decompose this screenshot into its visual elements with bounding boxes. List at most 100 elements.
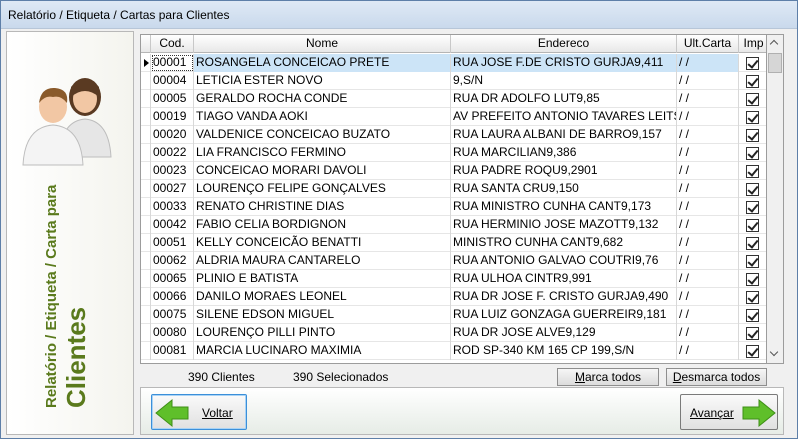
cell-nome[interactable]: DANILO MORAES LEONEL — [194, 288, 451, 306]
table-row[interactable]: 00080 LOURENÇO PILLI PINTO RUA DR JOSE ALV… — [141, 324, 766, 342]
cell-nome[interactable]: LOURENÇO PILLI PINTO — [194, 324, 451, 342]
cell-nome[interactable]: RENATO CHRISTINE DIAS — [194, 198, 451, 216]
imp-checkbox[interactable] — [746, 255, 759, 268]
cell-endereco[interactable]: MINISTRO CUNHA CANT9,682 — [451, 234, 677, 252]
table-row[interactable]: 00023 CONCEICAO MORARI DAVOLI RUA PADRE RO… — [141, 162, 766, 180]
column-header-nome[interactable]: Nome — [194, 35, 451, 53]
table-row[interactable]: 00004 LETICIA ESTER NOVO 9,S/N / / — [141, 72, 766, 90]
cell-nome[interactable]: ALDRIA MAURA CANTARELO — [194, 252, 451, 270]
imp-checkbox[interactable] — [746, 183, 759, 196]
table-row[interactable]: 00051 KELLY CONCEICÃO BENATTI MINISTRO CUN… — [141, 234, 766, 252]
column-header-ult-carta[interactable]: Ult.Carta — [677, 35, 739, 53]
imp-checkbox[interactable] — [746, 345, 759, 358]
table-row[interactable]: 00005 GERALDO ROCHA CONDE RUA DR ADOLFO LU… — [141, 90, 766, 108]
cell-cod[interactable]: 00019 — [151, 108, 194, 126]
table-row[interactable]: 00033 RENATO CHRISTINE DIAS RUA MINISTRO C… — [141, 198, 766, 216]
table-row[interactable]: 00081 MARCIA LUCINARO MAXIMIA ROD SP-340 K… — [141, 342, 766, 360]
cell-ult[interactable]: / / — [677, 288, 739, 306]
imp-checkbox[interactable] — [746, 237, 759, 250]
table-row[interactable]: 00065 PLINIO E BATISTA RUA ULHOA CINTR9,99… — [141, 270, 766, 288]
clients-grid[interactable]: Cod. Nome Endereco Ult.Carta Imp 00001 RO… — [140, 34, 767, 364]
imp-checkbox[interactable] — [746, 327, 759, 340]
cell-endereco[interactable]: ROD SP-340 KM 165 CP 199,S/N — [451, 342, 677, 360]
table-row[interactable]: 00027 LOURENÇO FELIPE GONÇALVES RUA SANTA … — [141, 180, 766, 198]
cell-nome[interactable]: ROSANGELA CONCEICAO PRETE — [194, 54, 451, 72]
table-row[interactable]: 00062 ALDRIA MAURA CANTARELO RUA ANTONIO G… — [141, 252, 766, 270]
cell-ult[interactable]: / / — [677, 252, 739, 270]
imp-checkbox[interactable] — [746, 75, 759, 88]
cell-endereco[interactable]: RUA DR JOSE F. CRISTO GURJA9,490 — [451, 288, 677, 306]
imp-checkbox[interactable] — [746, 201, 759, 214]
imp-checkbox[interactable] — [746, 147, 759, 160]
cell-nome[interactable]: MARCIA LUCINARO MAXIMIA — [194, 342, 451, 360]
cell-ult[interactable]: / / — [677, 306, 739, 324]
table-row[interactable]: 00019 TIAGO VANDA AOKI AV PREFEITO ANTONIO… — [141, 108, 766, 126]
cell-nome[interactable]: FABIO CELIA BORDIGNON — [194, 216, 451, 234]
imp-checkbox[interactable] — [746, 219, 759, 232]
imp-checkbox[interactable] — [746, 57, 759, 70]
cell-nome[interactable]: KELLY CONCEICÃO BENATTI — [194, 234, 451, 252]
cell-cod[interactable]: 00075 — [151, 306, 194, 324]
cell-ult[interactable]: / / — [677, 54, 739, 72]
imp-checkbox[interactable] — [746, 273, 759, 286]
cell-cod[interactable]: 00066 — [151, 288, 194, 306]
cell-endereco[interactable]: RUA PADRE ROQU9,2901 — [451, 162, 677, 180]
imp-checkbox[interactable] — [746, 93, 759, 106]
imp-checkbox[interactable] — [746, 291, 759, 304]
cell-cod[interactable]: 00033 — [151, 198, 194, 216]
cell-ult[interactable]: / / — [677, 144, 739, 162]
cell-cod[interactable]: 00005 — [151, 90, 194, 108]
voltar-button[interactable]: Voltar — [151, 394, 247, 430]
cell-nome[interactable]: LETICIA ESTER NOVO — [194, 72, 451, 90]
table-row[interactable]: 00042 FABIO CELIA BORDIGNON RUA HERMINIO J… — [141, 216, 766, 234]
cell-ult[interactable]: / / — [677, 324, 739, 342]
cell-endereco[interactable]: RUA HERMINIO JOSE MAZOTT9,132 — [451, 216, 677, 234]
cell-nome[interactable]: GERALDO ROCHA CONDE — [194, 90, 451, 108]
cell-cod[interactable]: 00004 — [151, 72, 194, 90]
imp-checkbox[interactable] — [746, 111, 759, 124]
cell-ult[interactable]: / / — [677, 216, 739, 234]
cell-ult[interactable]: / / — [677, 162, 739, 180]
imp-checkbox[interactable] — [746, 129, 759, 142]
cell-ult[interactable]: / / — [677, 108, 739, 126]
imp-checkbox[interactable] — [746, 309, 759, 322]
cell-cod[interactable]: 00020 — [151, 126, 194, 144]
table-row[interactable]: 00075 SILENE EDSON MIGUEL RUA LUIZ GONZAGA… — [141, 306, 766, 324]
cell-ult[interactable]: / / — [677, 342, 739, 360]
cell-nome[interactable]: LOURENÇO FELIPE GONÇALVES — [194, 180, 451, 198]
cell-endereco[interactable]: RUA ANTONIO GALVAO COUTRI9,76 — [451, 252, 677, 270]
cell-ult[interactable]: / / — [677, 234, 739, 252]
cell-cod[interactable]: 00042 — [151, 216, 194, 234]
cell-nome[interactable]: VALDENICE CONCEICAO BUZATO — [194, 126, 451, 144]
cell-ult[interactable]: / / — [677, 72, 739, 90]
cell-endereco[interactable]: RUA MINISTRO CUNHA CANT9,173 — [451, 198, 677, 216]
vertical-scrollbar[interactable] — [767, 34, 784, 364]
table-row[interactable]: 00066 DANILO MORAES LEONEL RUA DR JOSE F. … — [141, 288, 766, 306]
cell-ult[interactable]: / / — [677, 180, 739, 198]
cell-cod[interactable]: 00022 — [151, 144, 194, 162]
cell-endereco[interactable]: RUA ULHOA CINTR9,991 — [451, 270, 677, 288]
cell-nome[interactable]: LIA FRANCISCO FERMINO — [194, 144, 451, 162]
marca-todos-button[interactable]: Marca todos — [557, 368, 659, 386]
cell-endereco[interactable]: RUA MARCILIAN9,386 — [451, 144, 677, 162]
cell-cod[interactable]: 00027 — [151, 180, 194, 198]
cell-cod[interactable]: 00081 — [151, 342, 194, 360]
cell-endereco[interactable]: AV PREFEITO ANTONIO TAVARES LEITS — [451, 108, 677, 126]
scroll-down-icon[interactable] — [767, 346, 783, 363]
cell-endereco[interactable]: RUA SANTA CRU9,150 — [451, 180, 677, 198]
cell-endereco[interactable]: RUA DR JOSE ALVE9,129 — [451, 324, 677, 342]
table-row[interactable]: 00001 ROSANGELA CONCEICAO PRETE RUA JOSE F… — [141, 54, 766, 72]
cell-ult[interactable]: / / — [677, 270, 739, 288]
cell-ult[interactable]: / / — [677, 198, 739, 216]
column-header-imp[interactable]: Imp — [739, 35, 766, 53]
avancar-button[interactable]: Avançar — [680, 394, 778, 430]
column-header-endereco[interactable]: Endereco — [451, 35, 677, 53]
cell-cod[interactable]: 00062 — [151, 252, 194, 270]
column-header-cod[interactable]: Cod. — [151, 35, 194, 53]
cell-nome[interactable]: SILENE EDSON MIGUEL — [194, 306, 451, 324]
table-row[interactable]: 00020 VALDENICE CONCEICAO BUZATO RUA LAURA… — [141, 126, 766, 144]
cell-endereco[interactable]: RUA LUIZ GONZAGA GUERREIR9,181 — [451, 306, 677, 324]
scroll-thumb[interactable] — [768, 53, 782, 73]
cell-nome[interactable]: PLINIO E BATISTA — [194, 270, 451, 288]
desmarca-todos-button[interactable]: Desmarca todos — [666, 368, 767, 386]
